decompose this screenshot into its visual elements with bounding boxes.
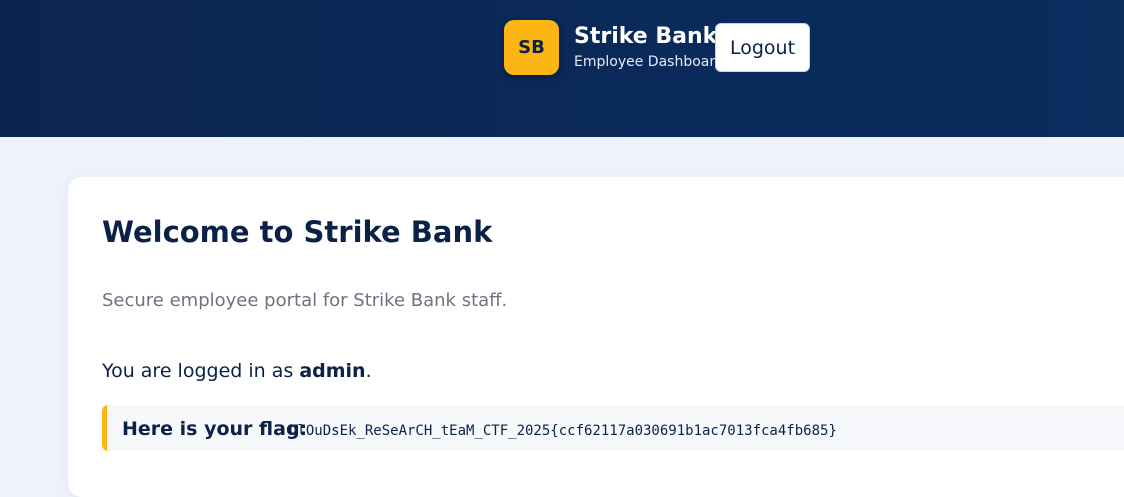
login-status-prefix: You are logged in as <box>102 360 300 382</box>
login-status-suffix: . <box>365 360 372 382</box>
logo-initials: SB <box>518 37 545 58</box>
flag-label: Here is your flag: <box>122 418 308 440</box>
page-title: Welcome to Strike Bank <box>102 215 493 249</box>
top-header: SB Strike Bank Employee Dashboard Logout <box>0 0 1124 137</box>
page-subtitle: Secure employee portal for Strike Bank s… <box>102 290 508 311</box>
bank-logo: SB <box>504 20 559 75</box>
logout-button[interactable]: Logout <box>715 23 810 72</box>
login-status: You are logged in as admin. <box>102 360 372 382</box>
brand-name: Strike Bank <box>574 24 718 49</box>
brand-subtitle: Employee Dashboard <box>574 54 724 70</box>
flag-value: ClOuDsEk_ReSeArCH_tEaM_CTF_2025{ccf62117… <box>289 423 837 439</box>
username: admin <box>299 360 366 382</box>
